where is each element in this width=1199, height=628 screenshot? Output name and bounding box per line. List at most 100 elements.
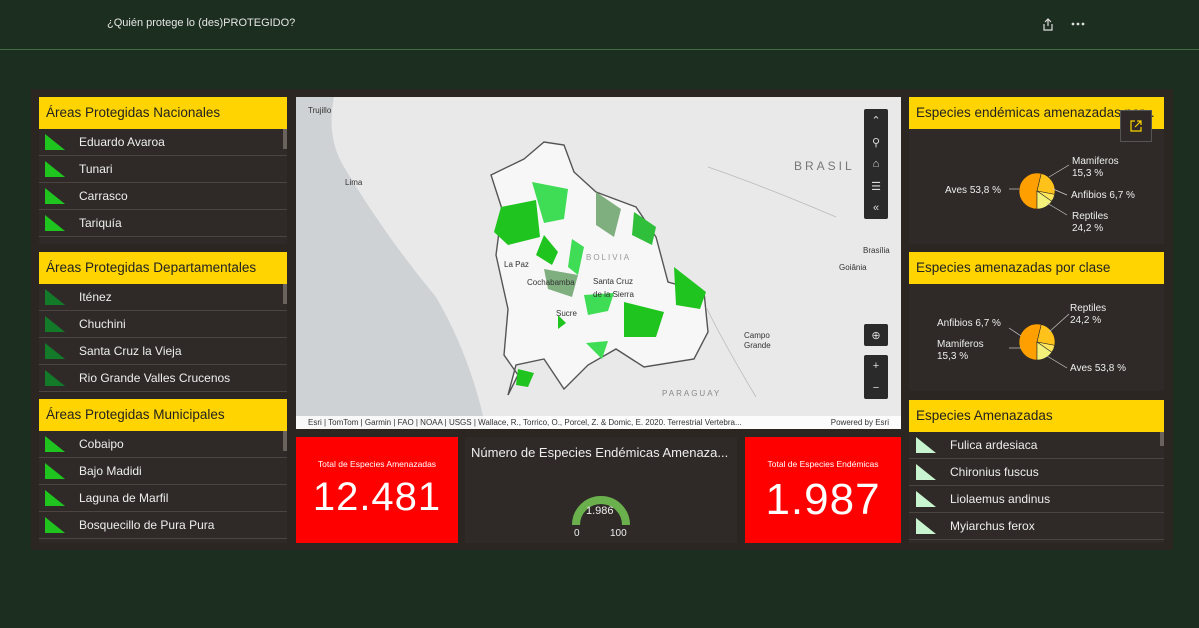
zoom-in-icon[interactable]: + <box>864 355 888 377</box>
list-item-label: Rio Grande Valles Crucenos <box>79 371 231 385</box>
panel-especies-por-clase: Especies amenazadas por clase Reptiles 24… <box>909 252 1164 391</box>
pie-label-reptiles: Reptiles 24,2 % <box>1070 303 1107 326</box>
pie-label-reptiles: Reptiles 24,2 % <box>1072 211 1109 234</box>
list-item[interactable]: Carrasco <box>39 183 287 210</box>
border-line <box>705 306 757 398</box>
share-icon[interactable] <box>1039 15 1057 33</box>
list-item-label: Santa Cruz la Vieja <box>79 344 182 358</box>
stat-total-endemicas: Total de Especies Endémicas 1.987 <box>745 437 901 543</box>
dark-green-area-icon <box>45 289 65 305</box>
gauge-value: 1.986 <box>586 505 614 517</box>
scrollbar[interactable] <box>283 284 287 304</box>
panel-title: Áreas Protegidas Departamentales <box>39 252 287 284</box>
list-item[interactable]: Chironius fuscus <box>909 459 1164 486</box>
scrollbar[interactable] <box>1160 432 1164 446</box>
pie-leader-line <box>1048 164 1070 178</box>
map-label-grande: Grande <box>744 341 771 350</box>
list-item-label: Cobaipo <box>79 437 124 451</box>
pie-leader-line <box>1046 355 1068 369</box>
pie-leader-line <box>1046 202 1068 216</box>
list-item-label: Chuchini <box>79 317 126 331</box>
list-item[interactable]: Myiarchus ferox <box>909 513 1164 540</box>
panel-title: Áreas Protegidas Nacionales <box>39 97 287 129</box>
powered-by-esri[interactable]: Powered by Esri <box>831 416 889 429</box>
list-item[interactable]: Chuchini <box>39 311 287 338</box>
list-item[interactable]: Bosquecillo de Pura Pura <box>39 512 287 539</box>
dark-green-area-icon <box>45 343 65 359</box>
list-item[interactable]: Santa Cruz la Vieja <box>39 338 287 365</box>
list-item-label: Fulica ardesiaca <box>950 438 1038 452</box>
panel-title: Especies Amenazadas <box>909 400 1164 432</box>
pie-leader-line <box>1048 313 1070 333</box>
home-icon[interactable]: ⌂ <box>864 153 888 175</box>
list-item[interactable]: Tunari <box>39 156 287 183</box>
gauge-min: 0 <box>574 528 580 539</box>
stat-total-amenazadas: Total de Especies Amenazadas 12.481 <box>296 437 458 543</box>
green-area-icon <box>45 215 65 231</box>
list-item[interactable]: Iténez <box>39 284 287 311</box>
list-item[interactable]: Fulica ardesiaca <box>909 432 1164 459</box>
gauge-panel: Número de Especies Endémicas Amenaza... … <box>465 437 737 543</box>
pie-label-anfibios: Anfibios 6,7 % <box>1071 190 1135 201</box>
map-attribution: Esri | TomTom | Garmin | FAO | NOAA | US… <box>296 416 901 429</box>
list-item[interactable]: Eduardo Avaroa <box>39 129 287 156</box>
more-options-icon[interactable] <box>1069 15 1087 33</box>
list-item[interactable]: Tariquía <box>39 210 287 237</box>
pie-label-anfibios: Anfibios 6,7 % <box>937 318 1001 329</box>
locate-button[interactable]: ⊕ <box>864 324 888 346</box>
gauge-title: Número de Especies Endémicas Amenaza... <box>471 445 729 460</box>
layers-icon[interactable]: ☰ <box>864 175 888 197</box>
light-green-area-icon <box>916 437 936 453</box>
map-label-brasil: BRASIL <box>794 159 855 173</box>
app-title: ¿Quién protege lo (des)PROTEGIDO? <box>107 17 296 29</box>
map-label-sucre: Sucre <box>556 309 577 318</box>
map-label-campo: Campo <box>744 331 770 340</box>
attribution-text: Esri | TomTom | Garmin | FAO | NOAA | US… <box>308 418 742 427</box>
map-label-bolivia: BOLIVIA <box>586 253 632 262</box>
list-item-label: Carrasco <box>79 189 128 203</box>
map-label-la-paz: La Paz <box>504 260 529 269</box>
list-item[interactable]: Rio Grande Valles Crucenos <box>39 365 287 392</box>
map-label-goiania: Goiânia <box>839 263 867 272</box>
pie-label-aves: Aves 53,8 % <box>1070 363 1126 374</box>
list-item-label: Tariquía <box>79 216 122 230</box>
list-item-label: Tunari <box>79 162 113 176</box>
map-view[interactable]: Trujillo Lima BRASIL BOLIVIA La Paz Coch… <box>296 97 901 429</box>
panel-especies-endemicas: Especies endémicas amenazadas por... Mam… <box>909 97 1164 244</box>
map-label-de-la-sierra: de la Sierra <box>593 290 634 299</box>
list-item-label: Myiarchus ferox <box>950 519 1035 533</box>
list-item-label: Iténez <box>79 290 112 304</box>
green-area-icon <box>45 436 65 452</box>
list-item[interactable]: Cobaipo <box>39 431 287 458</box>
list-item-label: Bajo Madidi <box>79 464 142 478</box>
dark-green-area-icon <box>45 316 65 332</box>
collapse-up-icon[interactable]: ⌃ <box>864 109 888 131</box>
scrollbar[interactable] <box>283 431 287 451</box>
map-basemap <box>296 97 837 429</box>
zoom-out-icon[interactable]: − <box>864 377 888 399</box>
panel-title: Especies amenazadas por clase <box>909 252 1164 284</box>
panel-areas-nacionales: Áreas Protegidas Nacionales Eduardo Avar… <box>39 97 287 244</box>
stat-label: Total de Especies Amenazadas <box>317 459 437 469</box>
pie-leader-line <box>1008 327 1022 337</box>
map-label-lima: Lima <box>345 178 363 187</box>
stat-value: 12.481 <box>312 475 442 519</box>
collapse-left-icon[interactable]: « <box>864 197 888 219</box>
list-item[interactable]: Bajo Madidi <box>39 458 287 485</box>
green-area-icon <box>45 463 65 479</box>
map-label-paraguay: PARAGUAY <box>662 389 722 398</box>
search-icon[interactable]: ⚲ <box>864 131 888 153</box>
locate-icon[interactable]: ⊕ <box>864 324 888 346</box>
list-item-label: Bosquecillo de Pura Pura <box>79 518 215 532</box>
scrollbar[interactable] <box>283 129 287 149</box>
list-item-label: Laguna de Marfil <box>79 491 169 505</box>
pie-label-mamiferos: Mamiferos 15,3 % <box>1072 156 1119 179</box>
list-item[interactable]: Laguna de Marfil <box>39 485 287 512</box>
panel-title: Áreas Protegidas Municipales <box>39 399 287 431</box>
panel-areas-municipales: Áreas Protegidas Municipales Cobaipo Baj… <box>39 399 287 543</box>
list-item-label: Chironius fuscus <box>950 465 1039 479</box>
list-item[interactable]: Liolaemus andinus <box>909 486 1164 513</box>
light-green-area-icon <box>916 491 936 507</box>
map-label-brasilia: Brasília <box>863 246 890 255</box>
map-label-santa-cruz: Santa Cruz <box>593 277 634 286</box>
